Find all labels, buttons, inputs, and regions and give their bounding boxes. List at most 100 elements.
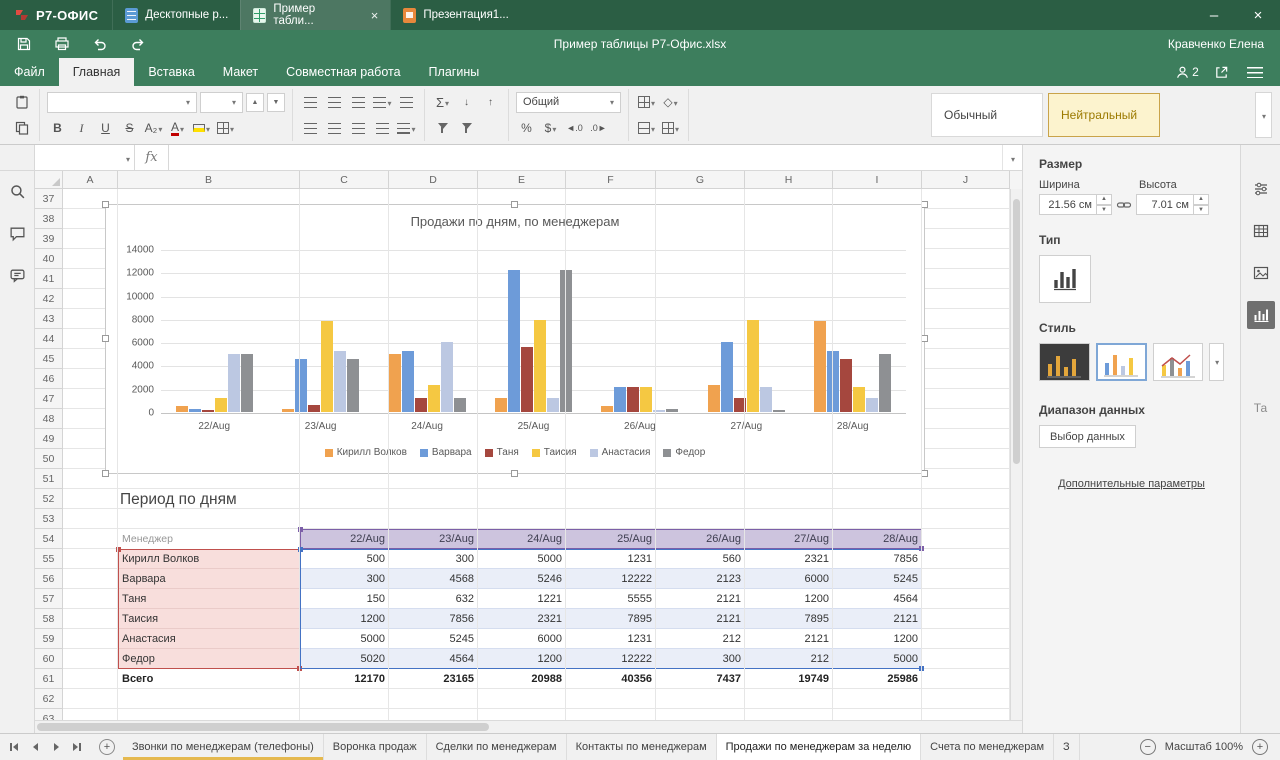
highlight-color-button[interactable] xyxy=(191,118,212,139)
horizontal-scrollbar-thumb[interactable] xyxy=(37,723,489,731)
row-header-49[interactable]: 49 xyxy=(35,429,63,449)
collaborators-button[interactable]: 2 xyxy=(1172,60,1202,84)
styles-gallery-expand-button[interactable] xyxy=(1255,92,1272,138)
column-header-J[interactable]: J xyxy=(922,171,1010,189)
sort-ascending-button[interactable] xyxy=(456,92,477,113)
row-header-60[interactable]: 60 xyxy=(35,649,63,669)
menu-tab-главная[interactable]: Главная xyxy=(59,58,135,86)
wrap-text-button[interactable] xyxy=(396,92,417,113)
bold-button[interactable]: B xyxy=(47,118,68,139)
clear-filter-button[interactable] xyxy=(456,118,477,139)
justify-button[interactable] xyxy=(372,118,393,139)
percent-style-button[interactable]: % xyxy=(516,118,537,139)
column-header-D[interactable]: D xyxy=(389,171,478,189)
column-header-A[interactable]: A xyxy=(63,171,118,189)
chart-style-option-2[interactable] xyxy=(1096,343,1147,381)
column-header-G[interactable]: G xyxy=(656,171,745,189)
first-sheet-button[interactable] xyxy=(5,738,23,756)
save-button[interactable] xyxy=(8,32,40,56)
close-tab-icon[interactable]: × xyxy=(371,8,379,23)
chart-style-option-3[interactable] xyxy=(1153,343,1204,381)
filter-button[interactable] xyxy=(432,118,453,139)
vertical-scrollbar-thumb[interactable] xyxy=(1013,199,1020,464)
merge-cells-button[interactable] xyxy=(396,118,417,139)
height-spinner[interactable]: 7.01 см ▲▼ xyxy=(1136,194,1209,215)
row-header-59[interactable]: 59 xyxy=(35,629,63,649)
undo-button[interactable] xyxy=(84,32,116,56)
chart-resize-handle[interactable] xyxy=(102,335,109,342)
row-header-37[interactable]: 37 xyxy=(35,189,63,209)
row-header-52[interactable]: 52 xyxy=(35,489,63,509)
name-box[interactable] xyxy=(35,145,135,170)
image-settings-button[interactable] xyxy=(1247,259,1275,287)
row-header-62[interactable]: 62 xyxy=(35,689,63,709)
minimize-button[interactable]: – xyxy=(1192,0,1236,30)
row-header-46[interactable]: 46 xyxy=(35,369,63,389)
chart-resize-handle[interactable] xyxy=(102,470,109,477)
chart-object[interactable]: Продажи по дням, по менеджерам 020004000… xyxy=(105,204,925,474)
menu-tab-файл[interactable]: Файл xyxy=(0,58,59,86)
underline-button[interactable]: U xyxy=(95,118,116,139)
chart-resize-handle[interactable] xyxy=(511,470,518,477)
currency-style-button[interactable]: $ xyxy=(540,118,561,139)
style-gallery-scroll-button[interactable] xyxy=(1209,343,1224,381)
row-header-43[interactable]: 43 xyxy=(35,309,63,329)
cells-area[interactable]: Продажи по дням, по менеджерам 020004000… xyxy=(63,189,1010,720)
row-header-48[interactable]: 48 xyxy=(35,409,63,429)
menu-tab-макет[interactable]: Макет xyxy=(209,58,272,86)
chart-resize-handle[interactable] xyxy=(921,470,928,477)
menu-tab-вставка[interactable]: Вставка xyxy=(134,58,208,86)
close-button[interactable]: × xyxy=(1236,0,1280,30)
last-sheet-button[interactable] xyxy=(68,738,86,756)
sheet-tab[interactable]: Контакты по менеджерам xyxy=(567,734,717,760)
chart-style-option-1[interactable] xyxy=(1039,343,1090,381)
row-header-58[interactable]: 58 xyxy=(35,609,63,629)
height-decrease-button[interactable]: ▼ xyxy=(1194,205,1209,216)
width-value[interactable]: 21.56 см xyxy=(1039,194,1097,215)
sheet-tab[interactable]: Счета по менеджерам xyxy=(921,734,1054,760)
constant-proportions-button[interactable] xyxy=(1112,194,1136,215)
borders-button[interactable] xyxy=(215,118,236,139)
row-header-42[interactable]: 42 xyxy=(35,289,63,309)
select-data-button[interactable]: Выбор данных xyxy=(1039,425,1136,448)
row-header-44[interactable]: 44 xyxy=(35,329,63,349)
document-tab-document[interactable]: Десктопные р... xyxy=(112,0,240,30)
decrease-decimal-button[interactable]: ◄.0 xyxy=(564,118,585,139)
autosum-button[interactable]: Σ xyxy=(432,92,453,113)
sort-descending-button[interactable] xyxy=(480,92,501,113)
select-all-corner[interactable] xyxy=(35,171,63,189)
sheet-tab[interactable]: Звонки по менеджерам (телефоны) xyxy=(123,734,324,760)
row-header-61[interactable]: 61 xyxy=(35,669,63,689)
open-file-location-button[interactable] xyxy=(1206,60,1236,84)
row-header-40[interactable]: 40 xyxy=(35,249,63,269)
chat-button[interactable] xyxy=(5,263,29,287)
paste-button[interactable] xyxy=(11,92,32,113)
decrease-font-size-button[interactable]: ▼ xyxy=(267,93,285,112)
table-settings-button[interactable] xyxy=(1247,217,1275,245)
vertical-scrollbar[interactable] xyxy=(1010,189,1022,720)
insert-cells-button[interactable] xyxy=(636,92,657,113)
row-header-53[interactable]: 53 xyxy=(35,509,63,529)
delete-cells-button[interactable] xyxy=(636,118,657,139)
menu-tab-совместная-работа[interactable]: Совместная работа xyxy=(272,58,414,86)
width-decrease-button[interactable]: ▼ xyxy=(1097,205,1112,216)
height-value[interactable]: 7.01 см xyxy=(1136,194,1194,215)
chart-settings-button[interactable] xyxy=(1247,301,1275,329)
document-tab-presentation[interactable]: Презентация1... xyxy=(390,0,520,30)
row-header-57[interactable]: 57 xyxy=(35,589,63,609)
cell-settings-button[interactable] xyxy=(1247,175,1275,203)
document-tab-spreadsheet[interactable]: Пример табли...× xyxy=(240,0,390,30)
redo-button[interactable] xyxy=(122,32,154,56)
height-increase-button[interactable]: ▲ xyxy=(1194,194,1209,205)
column-header-C[interactable]: C xyxy=(300,171,389,189)
formula-input[interactable] xyxy=(169,145,1002,170)
chart-resize-handle[interactable] xyxy=(921,335,928,342)
cell-style-нейтральный[interactable]: Нейтральный xyxy=(1048,93,1160,137)
font-color-button[interactable]: А xyxy=(167,118,188,139)
comments-button[interactable] xyxy=(5,221,29,245)
row-header-41[interactable]: 41 xyxy=(35,269,63,289)
row-header-47[interactable]: 47 xyxy=(35,389,63,409)
row-header-55[interactable]: 55 xyxy=(35,549,63,569)
row-header-56[interactable]: 56 xyxy=(35,569,63,589)
row-header-51[interactable]: 51 xyxy=(35,469,63,489)
